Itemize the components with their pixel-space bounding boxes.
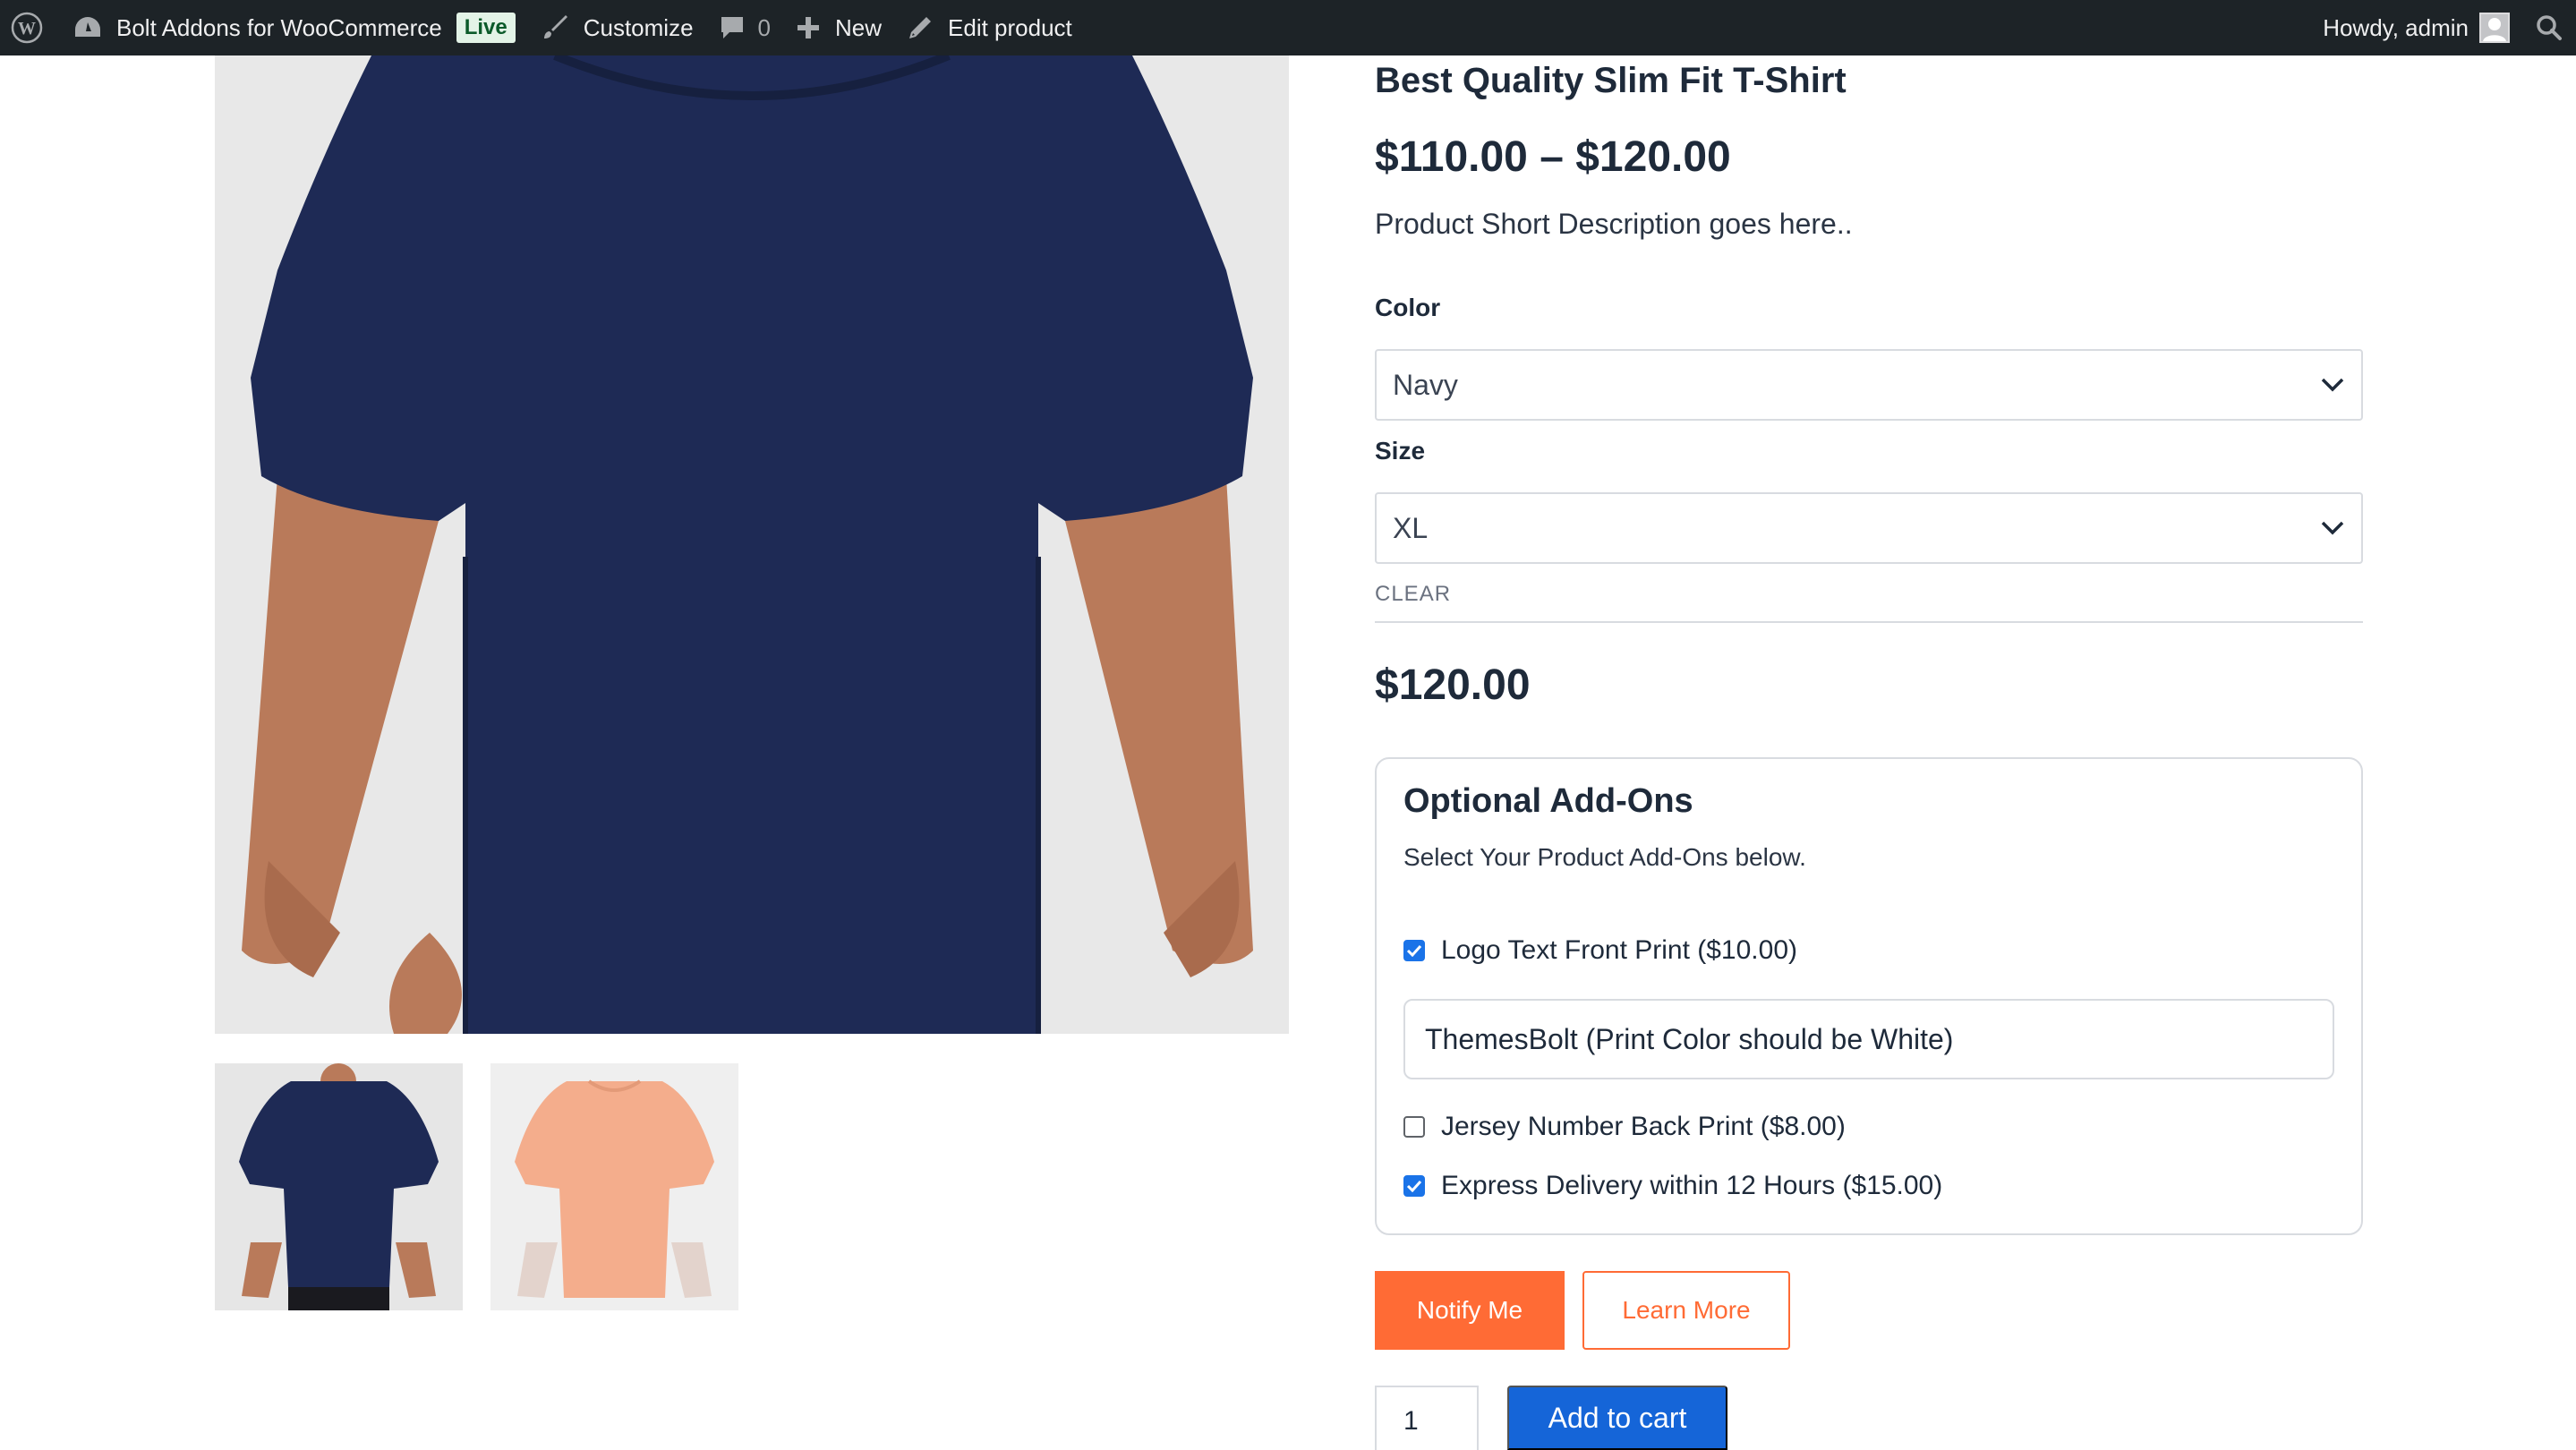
paintbrush-icon — [543, 15, 567, 38]
site-name-link[interactable]: Bolt Addons for WooCommerce Live — [61, 0, 528, 55]
variation-price: $120.00 — [1375, 661, 1531, 709]
customize-label: Customize — [583, 13, 694, 41]
checkbox-checked[interactable] — [1403, 940, 1425, 961]
admin-bar: W Bolt Addons for WooCommerce Live Custo… — [0, 0, 2576, 55]
addons-title: Optional Add-Ons — [1403, 782, 1693, 820]
add-to-cart-button[interactable]: Add to cart — [1507, 1386, 1727, 1450]
dashboard-icon — [75, 17, 100, 37]
checkbox-unchecked[interactable] — [1403, 1116, 1425, 1138]
chevron-down-icon — [2321, 521, 2344, 535]
search-icon — [2537, 15, 2562, 40]
gallery-thumbnail-peach[interactable] — [490, 1063, 738, 1310]
clear-variations-link[interactable]: CLEAR — [1375, 582, 1451, 607]
edit-product-label: Edit product — [948, 13, 1072, 41]
addons-description: Select Your Product Add-Ons below. — [1403, 843, 1806, 871]
live-badge: Live — [456, 13, 516, 43]
addon-logo-text-front-print[interactable]: Logo Text Front Print ($10.00) — [1403, 935, 1797, 966]
size-select-value: XL — [1393, 511, 1429, 544]
checkbox-checked[interactable] — [1403, 1175, 1425, 1197]
product-title: Best Quality Slim Fit T-Shirt — [1375, 61, 1847, 100]
site-name: Bolt Addons for WooCommerce — [116, 13, 442, 41]
avatar — [2479, 13, 2510, 43]
new-label: New — [835, 13, 883, 41]
comment-icon — [721, 17, 743, 38]
my-account-link[interactable]: Howdy, admin — [2310, 0, 2522, 55]
color-label: Color — [1375, 294, 1441, 321]
addon-jersey-number-back-print[interactable]: Jersey Number Back Print ($8.00) — [1403, 1112, 1846, 1142]
svg-text:W: W — [18, 19, 36, 38]
plus-icon — [798, 17, 820, 38]
size-label: Size — [1375, 437, 1426, 465]
divider — [1375, 621, 2363, 623]
comments-count: 0 — [757, 13, 772, 41]
addon-express-delivery[interactable]: Express Delivery within 12 Hours ($15.00… — [1403, 1171, 1942, 1201]
learn-more-button[interactable]: Learn More — [1582, 1271, 1790, 1350]
search-button[interactable] — [2522, 0, 2576, 55]
customize-link[interactable]: Customize — [528, 0, 706, 55]
new-content-link[interactable]: New — [783, 0, 894, 55]
main-product-image[interactable] — [215, 55, 1289, 1034]
product-short-description: Product Short Description goes here.. — [1375, 208, 1853, 240]
color-select-value: Navy — [1393, 368, 1458, 401]
gallery-thumbnail-navy[interactable] — [215, 1063, 463, 1310]
comments-link[interactable]: 0 — [706, 0, 783, 55]
color-select[interactable]: Navy — [1375, 349, 2363, 421]
notify-me-button[interactable]: Notify Me — [1375, 1271, 1565, 1350]
price-range: $110.00 – $120.00 — [1375, 133, 1731, 181]
edit-product-link[interactable]: Edit product — [894, 0, 1085, 55]
size-select[interactable]: XL — [1375, 492, 2363, 564]
quantity-input[interactable]: 1 — [1375, 1386, 1479, 1450]
wordpress-logo-icon[interactable]: W — [0, 0, 61, 55]
addon-label: Logo Text Front Print ($10.00) — [1441, 935, 1797, 965]
howdy-text: Howdy, admin — [2323, 13, 2469, 41]
chevron-down-icon — [2321, 378, 2344, 392]
addon-label: Express Delivery within 12 Hours ($15.00… — [1441, 1171, 1943, 1200]
pencil-icon — [909, 17, 932, 38]
logo-text-input[interactable]: ThemesBolt (Print Color should be White) — [1403, 999, 2334, 1079]
admin-bar-right: Howdy, admin — [2310, 0, 2576, 55]
addons-panel — [1375, 757, 2363, 1235]
addon-label: Jersey Number Back Print ($8.00) — [1441, 1112, 1846, 1141]
